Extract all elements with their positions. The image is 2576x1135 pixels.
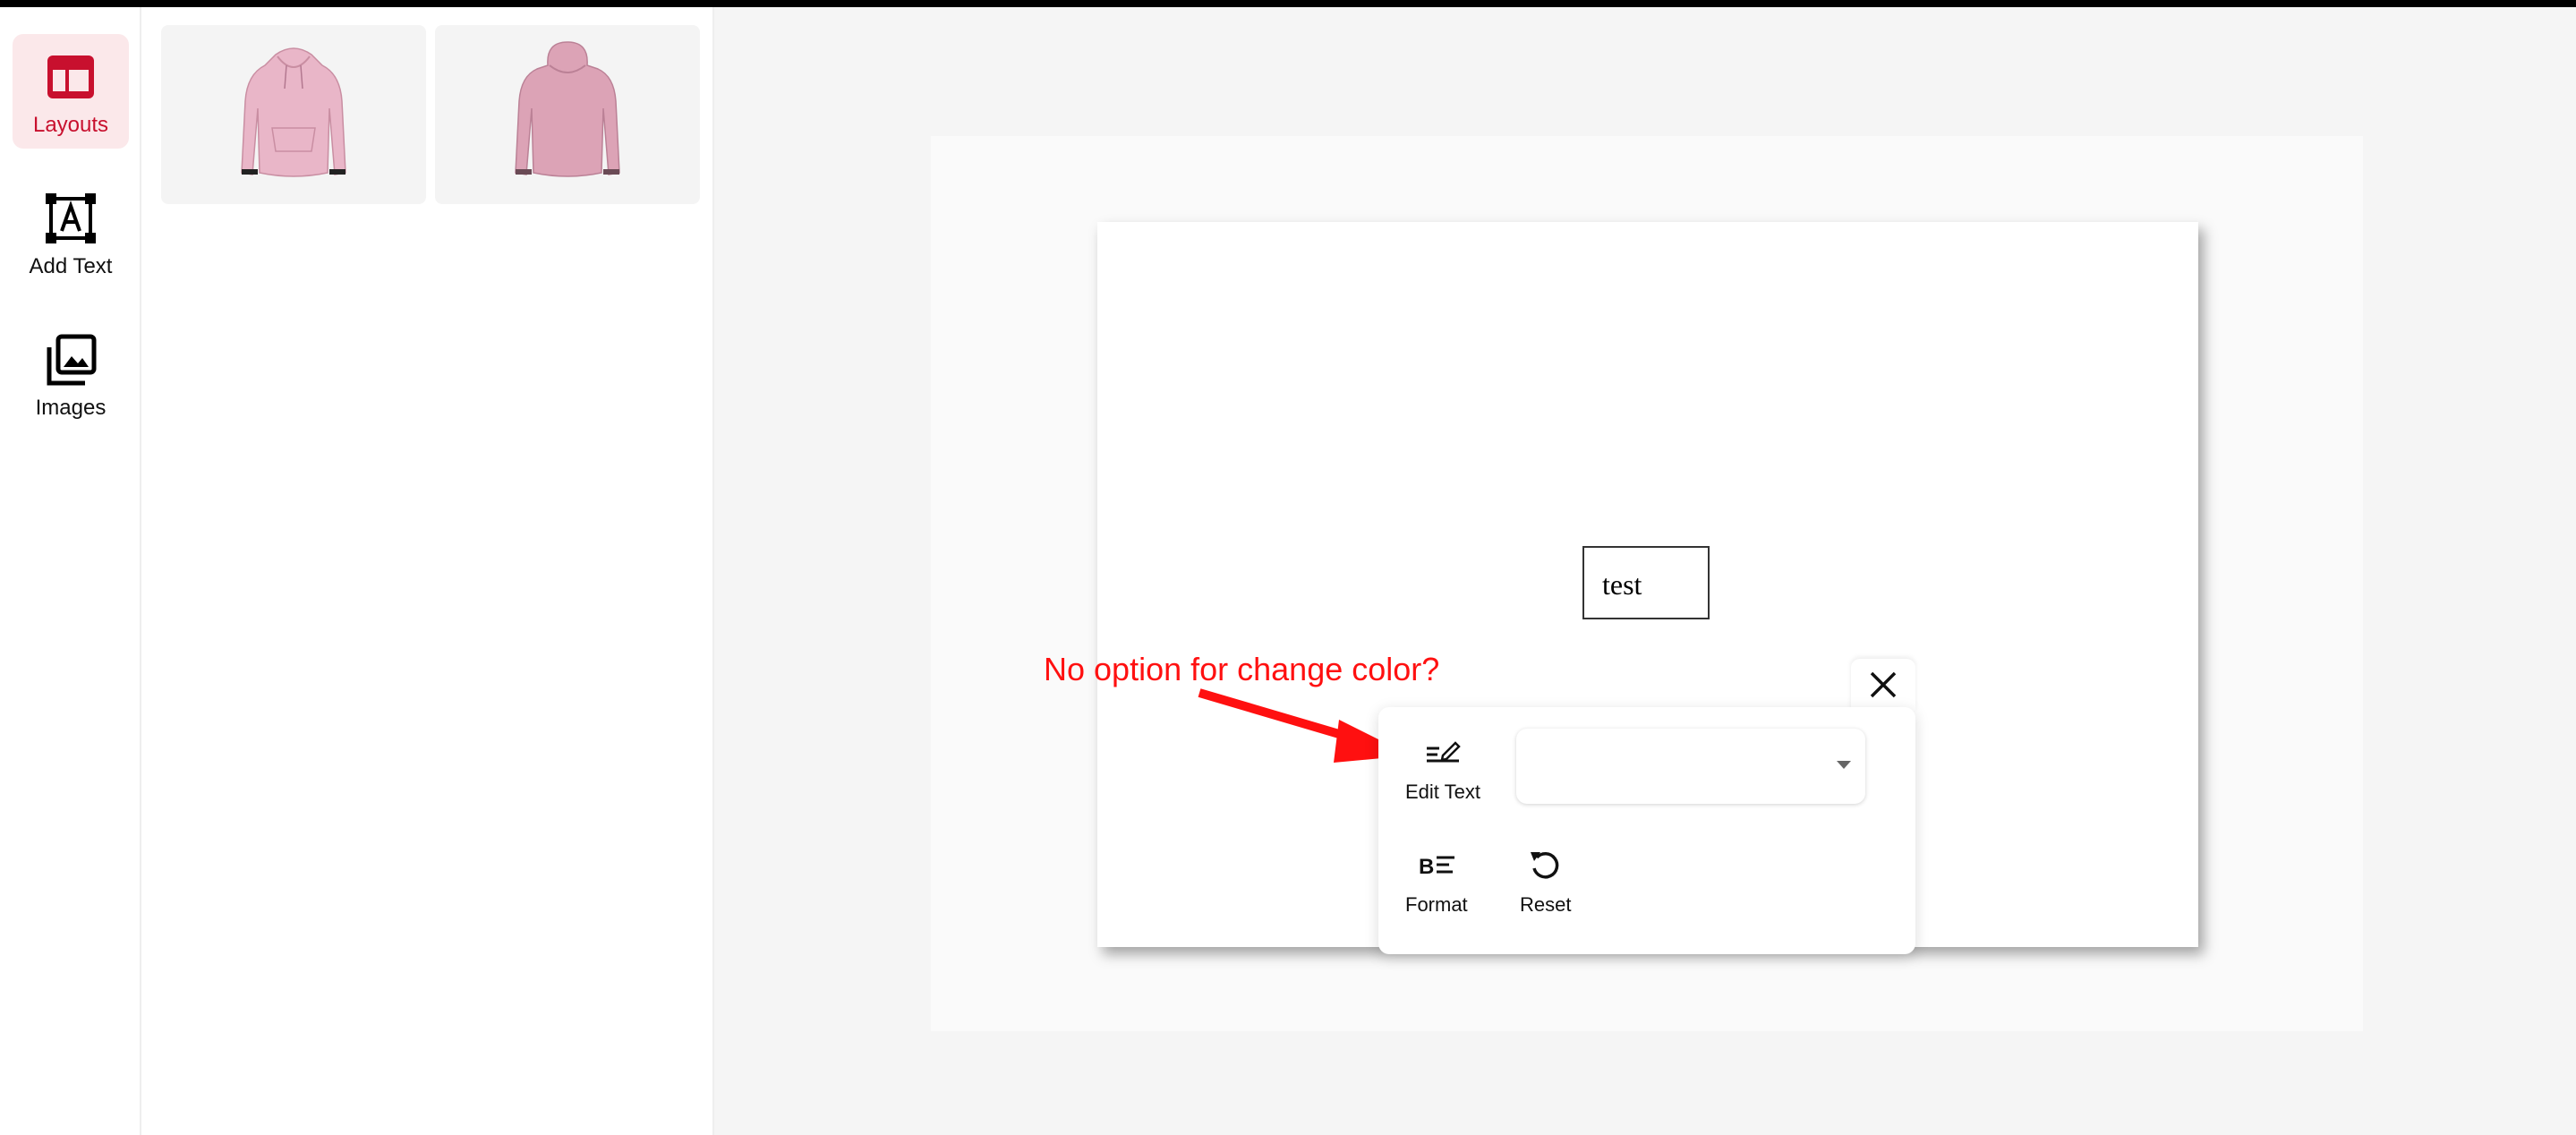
hoodie-back-icon [515, 41, 620, 177]
chevron-down-icon [1837, 761, 1851, 769]
sidebar-item-label: Images [35, 396, 107, 420]
sidebar-item-label: Layouts [32, 113, 109, 137]
sidebar-item-add-text[interactable]: Add Text [13, 175, 129, 290]
reset-button[interactable]: Reset [1520, 845, 1571, 917]
top-bar [0, 0, 2576, 7]
layout-icon [47, 55, 94, 98]
format-icon: B [1419, 855, 1454, 879]
layout-thumbnail-front[interactable] [161, 25, 426, 204]
close-toolbar-button[interactable] [1851, 659, 1915, 711]
edit-text-button[interactable]: Edit Text [1405, 732, 1480, 804]
tool-rail: Layouts Add Text Images [0, 7, 141, 1135]
layout-thumbnail-back[interactable] [435, 25, 700, 204]
text-toolbar: Edit Text B Format Reset [1378, 707, 1915, 954]
reset-icon [1530, 852, 1559, 879]
edit-text-label: Edit Text [1405, 781, 1480, 803]
format-label: Format [1405, 893, 1468, 916]
images-icon [47, 334, 97, 386]
font-select[interactable] [1516, 729, 1865, 804]
add-text-icon [46, 193, 96, 243]
reset-label: Reset [1520, 893, 1572, 916]
format-button[interactable]: B Format [1405, 845, 1468, 917]
sidebar-item-layouts[interactable]: Layouts [13, 34, 129, 149]
edit-text-icon [1426, 741, 1461, 763]
close-icon [1870, 671, 1897, 698]
sidebar-item-label: Add Text [29, 254, 113, 278]
canvas-text-element[interactable]: test [1582, 546, 1710, 619]
svg-text:B: B [1419, 855, 1434, 879]
sidebar-item-images[interactable]: Images [13, 317, 129, 431]
layouts-panel [141, 7, 714, 1135]
hoodie-front-icon [241, 47, 346, 177]
